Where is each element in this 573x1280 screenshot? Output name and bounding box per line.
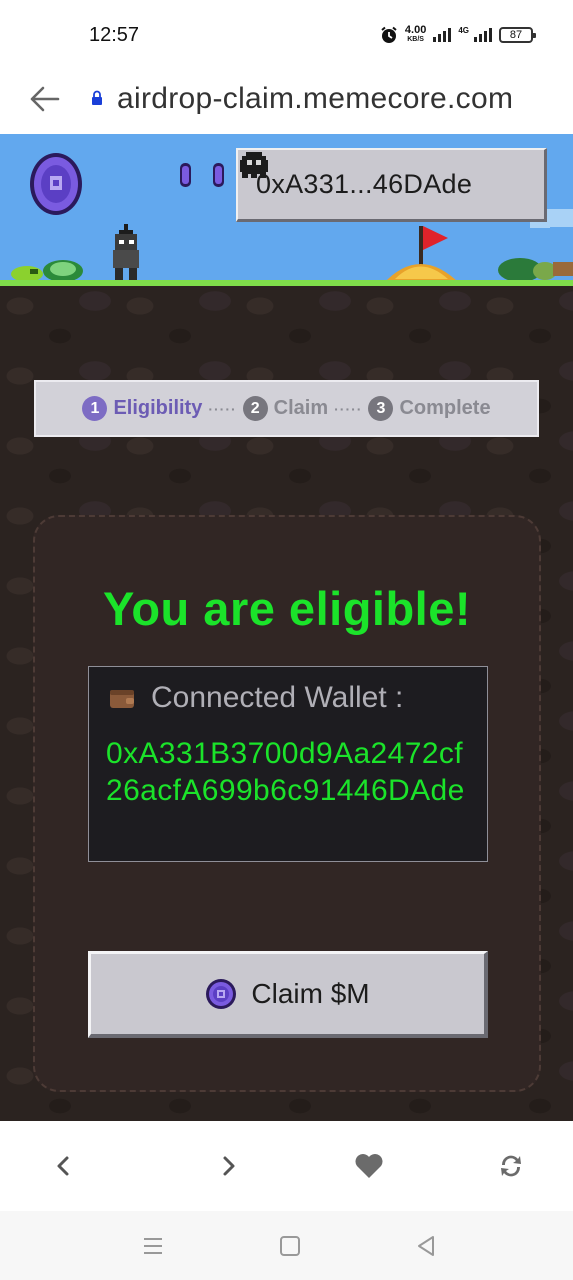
net-speed: 4.00 KB/S xyxy=(404,24,427,44)
battery-icon: 87 xyxy=(499,27,536,43)
step-separator: ····· xyxy=(208,400,237,417)
alarm-icon xyxy=(381,26,397,43)
claim-button-label: Claim $M xyxy=(251,978,370,1009)
web-content: 0xA331...46DAde 1 Eligibility ····· 2 Cl… xyxy=(0,134,573,1121)
status-indicators: 4.00 KB/S 4G 87 xyxy=(380,24,536,44)
url-text[interactable]: airdrop-claim.memecore.com xyxy=(117,82,513,116)
ghost-avatar-icon xyxy=(240,152,268,178)
lock-icon xyxy=(92,90,102,105)
step-complete: 3 Complete xyxy=(368,396,491,421)
eligibility-headline: You are eligible! xyxy=(102,582,472,635)
wallet-icon xyxy=(110,690,134,708)
pixel-scene: 0xA331...46DAde xyxy=(0,134,573,306)
connected-wallet-box: Connected Wallet : 0xA331B3700d9Aa2472cf… xyxy=(88,666,488,862)
pixel-character xyxy=(113,224,139,280)
wifi-signal-icon xyxy=(433,28,452,42)
browser-toolbar xyxy=(0,1121,573,1211)
refresh-icon[interactable] xyxy=(495,1151,527,1181)
heart-icon[interactable] xyxy=(353,1151,385,1181)
chevron-left-icon[interactable] xyxy=(48,1151,80,1181)
wallet-connect-button[interactable]: 0xA331...46DAde xyxy=(236,148,547,222)
eligibility-card: You are eligible! Connected Wallet : 0xA… xyxy=(33,515,541,1092)
cell-signal-icon xyxy=(474,28,492,42)
coin-icon xyxy=(30,153,82,215)
coin-icon xyxy=(206,979,237,1009)
status-time: 12:57 xyxy=(89,24,140,46)
chevron-right-icon[interactable] xyxy=(212,1151,244,1181)
step-claim: 2 Claim xyxy=(242,396,328,421)
menu-icon[interactable] xyxy=(140,1233,166,1259)
network-type: 4G xyxy=(458,26,469,35)
back-triangle-icon[interactable] xyxy=(413,1233,439,1259)
status-bar: 12:57 4.00 KB/S 4G 87 xyxy=(0,0,573,72)
connected-wallet-label: Connected Wallet : xyxy=(109,681,403,715)
wallet-button-label: 0xA331...46DAde xyxy=(256,169,473,199)
system-nav-bar xyxy=(0,1211,573,1280)
home-square-icon[interactable] xyxy=(277,1233,303,1259)
step-separator: ····· xyxy=(334,400,363,417)
step-eligibility: 1 Eligibility xyxy=(82,396,202,421)
claim-button[interactable]: Claim $M xyxy=(88,951,488,1038)
progress-steps: 1 Eligibility ····· 2 Claim ····· 3 Comp… xyxy=(34,380,539,437)
back-arrow-icon[interactable] xyxy=(30,86,60,112)
browser-url-bar: airdrop-claim.memecore.com xyxy=(0,72,573,134)
wallet-address: 0xA331B3700d9Aa2472cf26acfA699b6c91446DA… xyxy=(106,737,465,807)
